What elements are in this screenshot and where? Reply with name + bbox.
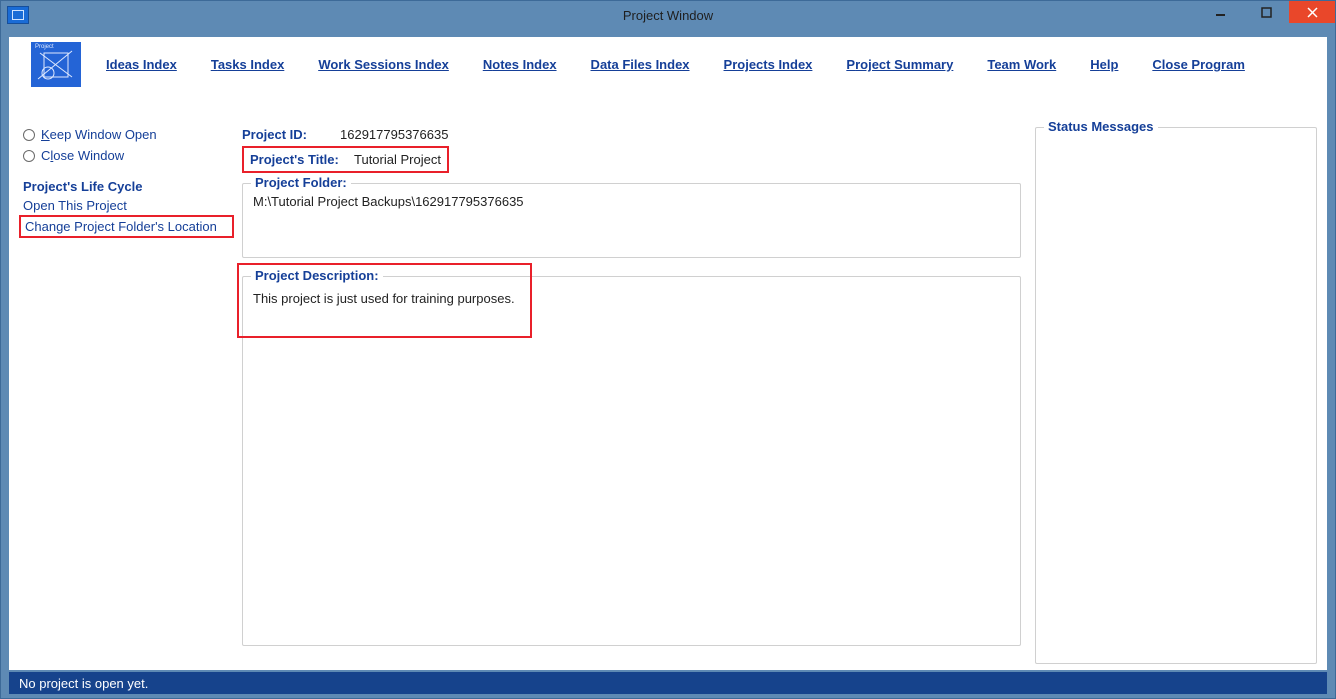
link-open-project[interactable]: Open This Project: [23, 198, 234, 213]
lifecycle-heading: Project's Life Cycle: [23, 179, 234, 194]
left-panel: Keep Window Open Close Window Project's …: [19, 127, 234, 664]
legend-status-messages: Status Messages: [1044, 119, 1158, 134]
label-project-title: Project's Title:: [250, 152, 342, 167]
status-bar: No project is open yet.: [9, 672, 1327, 694]
menu-work-label: ork Sessions Index: [330, 57, 449, 72]
menu-close-program[interactable]: Close Program: [1152, 57, 1244, 72]
content-panel: Project Ideas Index Tasks Index Work Ses…: [9, 37, 1327, 670]
fieldset-status-messages: Status Messages: [1035, 127, 1317, 664]
menu-ideas-label: deas Index: [110, 57, 177, 72]
menu-data-files-index[interactable]: Data Files Index: [591, 57, 690, 72]
menu-notes-index[interactable]: Notes Index: [483, 57, 557, 72]
menu-close-label: lose Program: [1162, 57, 1245, 72]
radio-icon: [23, 150, 35, 162]
menu-team-work[interactable]: Team Work: [987, 57, 1056, 72]
right-panel: Status Messages: [1035, 127, 1317, 664]
radio-keep-open[interactable]: Keep Window Open: [23, 127, 234, 142]
fieldset-project-description: Project Description: This project is jus…: [242, 276, 1021, 646]
menu-ideas-index[interactable]: Ideas Index: [106, 57, 177, 72]
radio-close-label: Close Window: [41, 148, 124, 163]
highlight-change-folder: Change Project Folder's Location: [19, 215, 234, 238]
maximize-button[interactable]: [1243, 1, 1289, 23]
project-logo-icon: Project: [31, 42, 81, 87]
row-project-id: Project ID: 162917795376635: [242, 127, 1021, 142]
highlight-project-title: Project's Title: Tutorial Project: [242, 146, 449, 173]
client-area: Project Ideas Index Tasks Index Work Ses…: [0, 29, 1336, 699]
menu-tasks-label: asks Index: [218, 57, 285, 72]
radio-keep-label: Keep Window Open: [41, 127, 157, 142]
title-bar: Project Window: [0, 0, 1336, 29]
legend-project-description: Project Description:: [251, 268, 383, 283]
fieldset-project-folder: Project Folder: M:\Tutorial Project Back…: [242, 183, 1021, 258]
middle-panel: Project ID: 162917795376635 Project's Ti…: [242, 127, 1027, 664]
menu-help-label: elp: [1100, 57, 1119, 72]
value-project-id: 162917795376635: [340, 127, 448, 142]
menu-notes-label: otes Index: [492, 57, 556, 72]
link-change-folder[interactable]: Change Project Folder's Location: [25, 219, 230, 234]
main-menu: Ideas Index Tasks Index Work Sessions In…: [106, 57, 1245, 72]
menu-data-label: ata Files Index: [600, 57, 690, 72]
menu-tasks-index[interactable]: Tasks Index: [211, 57, 284, 72]
menu-help[interactable]: Help: [1090, 57, 1118, 72]
window-title: Project Window: [1, 8, 1335, 23]
menu-project-summary[interactable]: Project Summary: [846, 57, 953, 72]
top-toolbar: Project Ideas Index Tasks Index Work Ses…: [9, 37, 1327, 92]
label-project-id: Project ID:: [242, 127, 340, 142]
radio-icon: [23, 129, 35, 141]
menu-summary-label: roject Summary: [855, 57, 953, 72]
close-button[interactable]: [1289, 1, 1335, 23]
menu-work-sessions-index[interactable]: Work Sessions Index: [318, 57, 449, 72]
window-controls: [1197, 1, 1335, 23]
main-grid: Keep Window Open Close Window Project's …: [19, 127, 1317, 660]
legend-project-folder: Project Folder:: [251, 175, 351, 190]
minimize-button[interactable]: [1197, 1, 1243, 23]
radio-close-window[interactable]: Close Window: [23, 148, 234, 163]
value-project-folder: M:\Tutorial Project Backups\162917795376…: [253, 194, 1010, 209]
value-project-title: Tutorial Project: [354, 152, 441, 167]
menu-projects-index[interactable]: Projects Index: [724, 57, 813, 72]
status-bar-text: No project is open yet.: [19, 676, 148, 691]
